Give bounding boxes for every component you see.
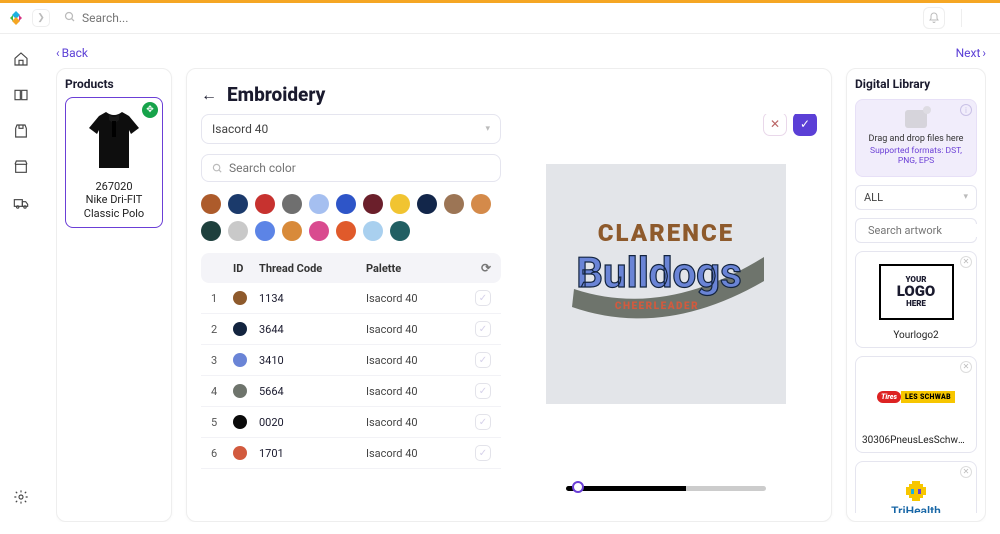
- chevron-down-icon: ▾: [963, 192, 968, 202]
- embroidery-title: Embroidery: [227, 83, 325, 106]
- preview-canvas[interactable]: CLARENCE Bulldogs CHEERLEADER: [546, 164, 786, 404]
- artwork-thumb: YOUR LOGO HERE: [879, 264, 954, 320]
- library-item[interactable]: ✕ Tires LES SCHWAB 30306PneusLesSchwabre…: [855, 356, 977, 453]
- palette-select[interactable]: Isacord 40 ▾: [201, 114, 501, 144]
- back-arrow-icon[interactable]: ←: [201, 85, 217, 105]
- library-item[interactable]: ✕ YOUR LOGO HERE Yourlogo2: [855, 251, 977, 348]
- left-rail: [0, 34, 42, 534]
- divider: [961, 9, 962, 27]
- color-swatch[interactable]: [309, 194, 329, 214]
- check-icon[interactable]: ✓: [475, 321, 491, 337]
- zoom-slider[interactable]: [566, 486, 766, 491]
- product-sku: 267020: [72, 180, 156, 193]
- table-row[interactable]: 23644Isacord 40✓: [201, 314, 501, 345]
- col-code: Thread Code: [259, 262, 366, 275]
- home-icon[interactable]: [12, 50, 30, 68]
- library-search-input[interactable]: [868, 224, 986, 237]
- thread-table: ID Thread Code Palette ⟳ 11134Isacord 40…: [201, 253, 501, 469]
- color-swatch[interactable]: [228, 221, 248, 241]
- remove-icon[interactable]: ✕: [960, 466, 972, 478]
- products-title: Products: [65, 77, 163, 91]
- color-swatch[interactable]: [390, 194, 410, 214]
- chevron-down-icon: ▾: [485, 124, 490, 134]
- check-icon[interactable]: ✓: [475, 290, 491, 306]
- settings-icon[interactable]: [12, 488, 30, 506]
- check-icon[interactable]: ✓: [475, 414, 491, 430]
- col-palette: Palette: [366, 262, 473, 275]
- table-row[interactable]: 33410Isacord 40✓: [201, 345, 501, 376]
- catalog-icon[interactable]: [12, 86, 30, 104]
- check-icon[interactable]: ✓: [475, 445, 491, 461]
- color-swatch[interactable]: [444, 194, 464, 214]
- library-panel: Digital Library i Drag and drop files he…: [846, 68, 986, 522]
- color-swatch[interactable]: [309, 221, 329, 241]
- dropzone[interactable]: i Drag and drop files here Supported for…: [855, 99, 977, 177]
- col-id: ID: [233, 262, 259, 275]
- color-swatch[interactable]: [390, 221, 410, 241]
- color-search-input[interactable]: [229, 161, 490, 175]
- color-swatch[interactable]: [201, 194, 221, 214]
- color-swatch[interactable]: [363, 221, 383, 241]
- color-swatch[interactable]: [201, 221, 221, 241]
- back-link[interactable]: ‹Back: [56, 46, 88, 60]
- artwork-thumb: Tires LES SCHWAB: [877, 391, 955, 403]
- notifications-button[interactable]: [923, 7, 945, 29]
- library-filter[interactable]: ALL ▾: [855, 185, 977, 210]
- next-link[interactable]: Next›: [956, 46, 986, 60]
- remove-icon[interactable]: ✕: [960, 361, 972, 373]
- breadcrumb: ‹Back Next›: [56, 46, 986, 60]
- color-swatch[interactable]: [363, 194, 383, 214]
- svg-text:CLARENCE: CLARENCE: [597, 219, 733, 247]
- confirm-button[interactable]: ✓: [793, 114, 817, 136]
- color-swatch[interactable]: [282, 221, 302, 241]
- check-icon[interactable]: ✓: [475, 352, 491, 368]
- orders-icon[interactable]: [12, 122, 30, 140]
- swatch-grid: [201, 192, 501, 243]
- svg-text:Bulldogs: Bulldogs: [576, 249, 741, 298]
- store-icon[interactable]: [12, 158, 30, 176]
- library-search[interactable]: [855, 218, 977, 243]
- topbar: ❯: [0, 0, 1000, 34]
- chevron-right-icon: ›: [982, 46, 986, 60]
- table-row[interactable]: 45664Isacord 40✓: [201, 376, 501, 407]
- color-swatch[interactable]: [255, 194, 275, 214]
- products-panel: Products ✥ 267020 Nike Dri-FIT Classic P…: [56, 68, 172, 522]
- color-search[interactable]: [201, 154, 501, 182]
- shipping-icon[interactable]: [12, 194, 30, 212]
- info-icon[interactable]: i: [960, 104, 972, 116]
- color-swatch[interactable]: [336, 221, 356, 241]
- refresh-icon[interactable]: ⟳: [481, 261, 491, 275]
- table-row[interactable]: 61701Isacord 40✓: [201, 438, 501, 469]
- search-icon: [64, 11, 76, 26]
- library-item[interactable]: ✕ TriHealth: [855, 461, 977, 513]
- close-button[interactable]: ✕: [763, 114, 787, 136]
- table-row[interactable]: 11134Isacord 40✓: [201, 283, 501, 314]
- color-swatch[interactable]: [228, 194, 248, 214]
- color-swatch[interactable]: [255, 221, 275, 241]
- product-name: Nike Dri-FIT Classic Polo: [72, 193, 156, 221]
- remove-icon[interactable]: ✕: [960, 256, 972, 268]
- check-icon[interactable]: ✓: [475, 383, 491, 399]
- color-swatch[interactable]: [417, 194, 437, 214]
- color-swatch[interactable]: [282, 194, 302, 214]
- embroidery-panel: ← Embroidery Isacord 40 ▾: [186, 68, 832, 522]
- artwork-thumb: TriHealth: [862, 468, 970, 513]
- image-icon: [905, 110, 927, 128]
- app-logo: [8, 10, 24, 26]
- library-title: Digital Library: [855, 77, 977, 91]
- svg-text:TriHealth: TriHealth: [891, 504, 941, 513]
- global-search[interactable]: [64, 11, 915, 26]
- chevron-left-icon: ‹: [56, 46, 60, 60]
- svg-text:CHEERLEADER: CHEERLEADER: [614, 301, 698, 312]
- color-swatch[interactable]: [336, 194, 356, 214]
- table-row[interactable]: 50020Isacord 40✓: [201, 407, 501, 438]
- nav-forward-button[interactable]: ❯: [32, 9, 50, 27]
- search-icon: [212, 163, 223, 174]
- color-swatch[interactable]: [471, 194, 491, 214]
- product-card[interactable]: ✥ 267020 Nike Dri-FIT Classic Polo: [65, 97, 163, 228]
- global-search-input[interactable]: [82, 11, 915, 25]
- product-image: [79, 106, 149, 176]
